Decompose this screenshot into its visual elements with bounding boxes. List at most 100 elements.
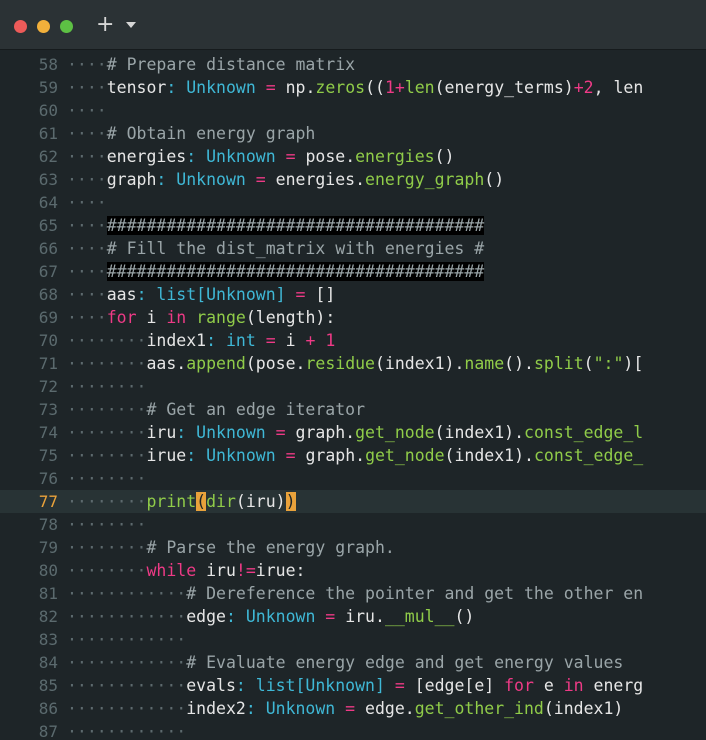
code-text[interactable]: ········aas.append(pose.residue(index1).…: [67, 352, 643, 375]
code-text[interactable]: ········: [67, 375, 146, 398]
code-text[interactable]: ····# Prepare distance matrix: [67, 53, 355, 76]
code-line[interactable]: 80 ········while iru!=irue:: [0, 559, 706, 582]
code-token: aas: [106, 285, 137, 304]
chevron-down-icon[interactable]: [126, 22, 136, 28]
whitespace-marker: ············: [67, 607, 187, 626]
code-line[interactable]: 76 ········: [0, 467, 706, 490]
code-text[interactable]: ····energies: Unknown = pose.energies(): [67, 145, 454, 168]
code-line[interactable]: 70 ········index1: int = i + 1: [0, 329, 706, 352]
line-number: 83: [38, 630, 58, 649]
code-line[interactable]: 81 ············# Dereference the pointer …: [0, 582, 706, 605]
code-token: evals: [186, 676, 236, 695]
code-line[interactable]: 84 ············# Evaluate energy edge and…: [0, 651, 706, 674]
code-token: len: [404, 78, 435, 97]
code-token: __mul__: [384, 607, 455, 626]
code-token: graph.: [305, 446, 366, 465]
code-line[interactable]: 73 ········# Get an edge iterator: [0, 398, 706, 421]
code-text[interactable]: ········print(dir(iru)): [67, 490, 296, 513]
code-line[interactable]: 67 ····##################################…: [0, 260, 706, 283]
code-text[interactable]: ····####################################…: [67, 260, 485, 283]
line-number: 86: [38, 699, 58, 718]
code-line[interactable]: 79 ········# Parse the energy graph.: [0, 536, 706, 559]
code-token: # Dereference the pointer and get the ot…: [186, 584, 644, 603]
code-token: ((: [365, 78, 385, 97]
whitespace-marker: ········: [67, 400, 147, 419]
code-text[interactable]: ········irue: Unknown = graph.get_node(i…: [67, 444, 643, 467]
code-line[interactable]: 65 ····##################################…: [0, 214, 706, 237]
code-text[interactable]: ········# Parse the energy graph.: [67, 536, 395, 559]
code-token: edge: [186, 607, 226, 626]
code-text[interactable]: ····tensor: Unknown = np.zeros((1+len(en…: [67, 76, 643, 99]
code-line[interactable]: 61 ····# Obtain energy graph: [0, 122, 706, 145]
code-text[interactable]: ············evals: list[Unknown] = [edge…: [67, 674, 643, 697]
new-tab-button[interactable]: +: [96, 12, 114, 38]
code-text[interactable]: ····: [67, 99, 107, 122]
code-line[interactable]: 75 ········irue: Unknown = graph.get_node…: [0, 444, 706, 467]
code-line[interactable]: 72 ········: [0, 375, 706, 398]
line-number: 84: [38, 653, 58, 672]
code-token: =: [265, 423, 296, 442]
code-token: aas.: [146, 354, 187, 373]
code-text[interactable]: ····for i in range(length):: [67, 306, 335, 329]
code-line[interactable]: 71 ········aas.append(pose.residue(index1…: [0, 352, 706, 375]
whitespace-marker: ········: [67, 446, 147, 465]
code-token: 2: [583, 78, 594, 97]
code-editor[interactable]: 58 ····# Prepare distance matrix 59 ····ten…: [0, 50, 706, 740]
code-line[interactable]: 86 ············index2: Unknown = edge.get…: [0, 697, 706, 720]
code-token: (index1).: [434, 423, 525, 442]
code-line[interactable]: 62 ····energies: Unknown = pose.energies(…: [0, 145, 706, 168]
code-text[interactable]: ····graph: Unknown = energies.energy_gra…: [67, 168, 504, 191]
code-line[interactable]: 58 ····# Prepare distance matrix: [0, 53, 706, 76]
code-token: (length):: [245, 308, 336, 327]
code-text[interactable]: ········: [67, 513, 146, 536]
code-line[interactable]: 85 ············evals: list[Unknown] = [ed…: [0, 674, 706, 697]
code-token: ().: [504, 354, 534, 373]
zoom-window-button[interactable]: [60, 20, 73, 33]
code-line[interactable]: 63 ····graph: Unknown = energies.energy_g…: [0, 168, 706, 191]
code-token: (: [583, 354, 594, 373]
close-window-button[interactable]: [14, 20, 27, 33]
code-line[interactable]: 87 ············: [0, 720, 706, 740]
code-token: +: [394, 78, 405, 97]
code-text[interactable]: ····# Obtain energy graph: [67, 122, 315, 145]
code-text[interactable]: ············# Dereference the pointer an…: [67, 582, 643, 605]
code-text[interactable]: ····# Fill the dist_matrix with energies…: [67, 237, 484, 260]
code-text[interactable]: ········while iru!=irue:: [67, 559, 305, 582]
current-code-line[interactable]: 77 ········print(dir(iru)): [0, 490, 706, 513]
code-text[interactable]: ····####################################…: [67, 214, 485, 237]
whitespace-marker: ········: [67, 492, 147, 511]
code-token: : list[Unknown]: [136, 285, 286, 304]
code-text[interactable]: ········: [67, 467, 146, 490]
whitespace-marker: ············: [67, 722, 187, 740]
code-text[interactable]: ············: [67, 720, 186, 740]
code-line[interactable]: 78 ········: [0, 513, 706, 536]
code-token: append: [186, 354, 246, 373]
code-line[interactable]: 74 ········iru: Unknown = graph.get_node(…: [0, 421, 706, 444]
code-token: ######################################: [106, 216, 485, 235]
whitespace-marker: ····: [67, 101, 107, 120]
code-line[interactable]: 59 ····tensor: Unknown = np.zeros((1+len(…: [0, 76, 706, 99]
code-text[interactable]: ············edge: Unknown = iru.__mul__(…: [67, 605, 474, 628]
code-line[interactable]: 66 ····# Fill the dist_matrix with energi…: [0, 237, 706, 260]
code-token: edge.: [365, 699, 415, 718]
code-token: in: [563, 676, 584, 695]
code-text[interactable]: ····aas: list[Unknown] = []: [67, 283, 335, 306]
code-text[interactable]: ············index2: Unknown = edge.get_o…: [67, 697, 623, 720]
whitespace-marker: ········: [67, 377, 147, 396]
code-line[interactable]: 82 ············edge: Unknown = iru.__mul_…: [0, 605, 706, 628]
code-text[interactable]: ············: [67, 628, 186, 651]
whitespace-marker: ············: [67, 676, 187, 695]
code-line[interactable]: 60 ····: [0, 99, 706, 122]
code-line[interactable]: 83 ············: [0, 628, 706, 651]
code-token: (pose.: [245, 354, 306, 373]
code-text[interactable]: ········iru: Unknown = graph.get_node(in…: [67, 421, 643, 444]
code-text[interactable]: ············# Evaluate energy edge and g…: [67, 651, 623, 674]
minimize-window-button[interactable]: [37, 20, 50, 33]
code-text[interactable]: ····: [67, 191, 107, 214]
line-number: 70: [38, 331, 58, 350]
code-line[interactable]: 69 ····for i in range(length):: [0, 306, 706, 329]
code-line[interactable]: 68 ····aas: list[Unknown] = []: [0, 283, 706, 306]
code-text[interactable]: ········# Get an edge iterator: [67, 398, 365, 421]
code-text[interactable]: ········index1: int = i + 1: [67, 329, 335, 352]
code-line[interactable]: 64 ····: [0, 191, 706, 214]
